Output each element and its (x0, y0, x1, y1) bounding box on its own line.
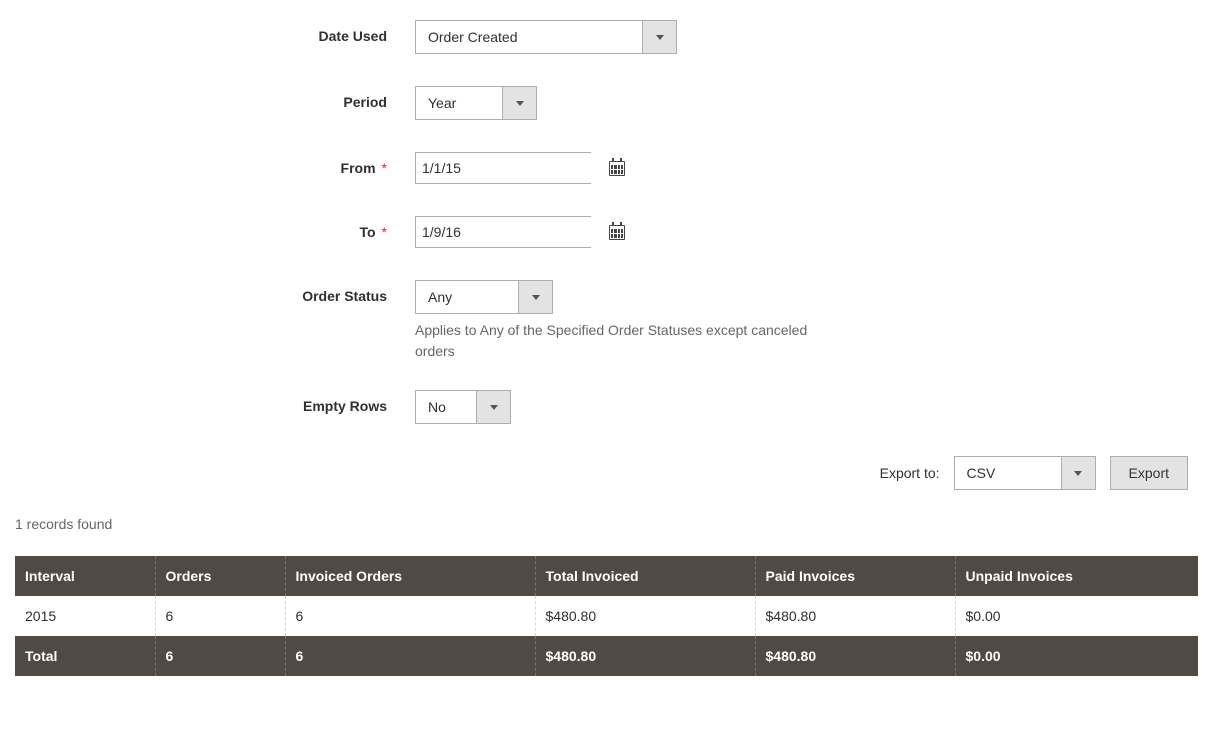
cell-paid-invoices: $480.80 (755, 596, 955, 636)
export-button[interactable]: Export (1110, 456, 1188, 490)
total-paid-invoices: $480.80 (755, 636, 955, 676)
cell-invoiced-orders: 6 (285, 596, 535, 636)
to-label: To* (15, 216, 415, 240)
table-header-row: Interval Orders Invoiced Orders Total In… (15, 556, 1198, 596)
cell-total-invoiced: $480.80 (535, 596, 755, 636)
export-format-value: CSV (955, 457, 1061, 489)
cell-unpaid-invoices: $0.00 (955, 596, 1198, 636)
table-row: 2015 6 6 $480.80 $480.80 $0.00 (15, 596, 1198, 636)
cell-orders: 6 (155, 596, 285, 636)
calendar-icon[interactable] (609, 153, 625, 183)
col-invoiced-orders-header: Invoiced Orders (285, 556, 535, 596)
period-value: Year (416, 87, 502, 119)
export-bar: Export to: CSV Export (15, 456, 1198, 490)
report-table: Interval Orders Invoiced Orders Total In… (15, 556, 1198, 676)
order-status-select[interactable]: Any (415, 280, 553, 314)
order-status-label: Order Status (15, 280, 415, 304)
period-select[interactable]: Year (415, 86, 537, 120)
order-status-hint: Applies to Any of the Specified Order St… (415, 320, 835, 362)
calendar-icon[interactable] (609, 217, 625, 247)
total-invoiced-orders: 6 (285, 636, 535, 676)
to-date-field[interactable] (415, 216, 591, 248)
from-label: From* (15, 152, 415, 176)
col-interval-header: Interval (15, 556, 155, 596)
period-label: Period (15, 86, 415, 110)
to-date-input[interactable] (416, 217, 609, 247)
filter-form: Date Used Order Created Period Year From… (15, 20, 1198, 424)
col-total-invoiced-header: Total Invoiced (535, 556, 755, 596)
export-format-select[interactable]: CSV (954, 456, 1096, 490)
total-total-invoiced: $480.80 (535, 636, 755, 676)
cell-interval: 2015 (15, 596, 155, 636)
date-used-label: Date Used (15, 20, 415, 44)
empty-rows-label: Empty Rows (15, 390, 415, 414)
date-used-value: Order Created (416, 21, 642, 53)
table-total-row: Total 6 6 $480.80 $480.80 $0.00 (15, 636, 1198, 676)
from-date-field[interactable] (415, 152, 591, 184)
from-date-input[interactable] (416, 153, 609, 183)
empty-rows-value: No (416, 391, 476, 423)
date-used-select[interactable]: Order Created (415, 20, 677, 54)
col-orders-header: Orders (155, 556, 285, 596)
chevron-down-icon[interactable] (476, 391, 510, 423)
total-label: Total (15, 636, 155, 676)
total-orders: 6 (155, 636, 285, 676)
empty-rows-select[interactable]: No (415, 390, 511, 424)
chevron-down-icon[interactable] (502, 87, 536, 119)
col-unpaid-invoices-header: Unpaid Invoices (955, 556, 1198, 596)
col-paid-invoices-header: Paid Invoices (755, 556, 955, 596)
records-found-text: 1 records found (15, 516, 1198, 532)
order-status-value: Any (416, 281, 518, 313)
total-unpaid-invoices: $0.00 (955, 636, 1198, 676)
chevron-down-icon[interactable] (518, 281, 552, 313)
export-to-label: Export to: (880, 465, 940, 481)
chevron-down-icon[interactable] (1061, 457, 1095, 489)
chevron-down-icon[interactable] (642, 21, 676, 53)
